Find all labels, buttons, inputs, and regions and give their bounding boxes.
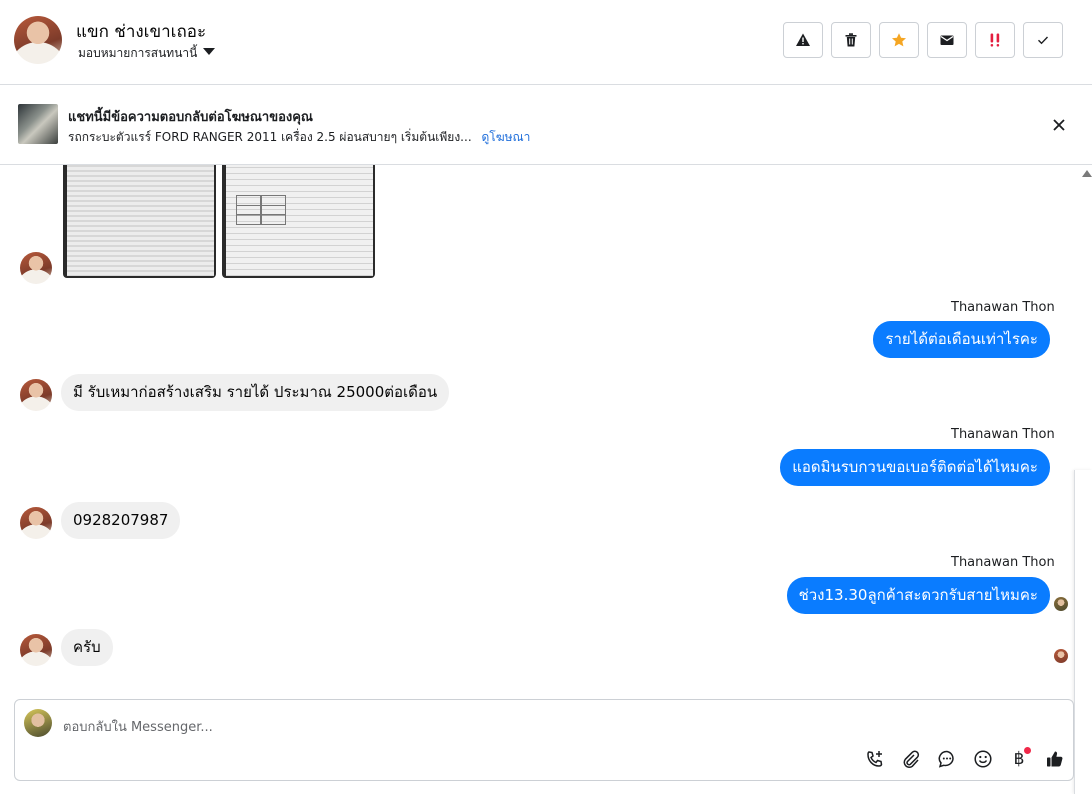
sender-name: Thanawan Thon (951, 300, 1055, 315)
mark-done-button[interactable] (1023, 22, 1063, 58)
contact-avatar-small (20, 507, 52, 539)
warning-icon (796, 33, 810, 46)
page-avatar (24, 709, 52, 737)
contact-name[interactable]: แขก ช่างเขาเถอะ (76, 18, 206, 45)
message-thread[interactable]: Thanawan Thon รายได้ต่อเดือนเท่าไรคะ มี … (0, 165, 1078, 695)
like-button[interactable] (1043, 747, 1067, 771)
document-photo-2[interactable] (222, 165, 375, 278)
double-exclamation-icon (990, 33, 1000, 47)
outgoing-message[interactable]: ช่วง13.30ลูกค้าสะดวกรับสายไหมคะ (786, 577, 1050, 614)
chat-bubble-icon (938, 750, 954, 768)
assign-conversation-dropdown[interactable]: มอบหมายการสนทนานี้ (78, 44, 216, 63)
incoming-message[interactable]: 0928207987 (61, 502, 181, 539)
outgoing-message[interactable]: รายได้ต่อเดือนเท่าไรคะ (873, 321, 1050, 358)
scroll-up-arrow-icon[interactable] (1082, 170, 1092, 177)
close-icon[interactable] (1050, 116, 1068, 134)
paperclip-icon (903, 750, 920, 769)
ad-banner-title: แชทนี้มีข้อความตอบกลับต่อโฆษณาของคุณ (68, 110, 313, 125)
mark-unread-button[interactable] (927, 22, 967, 58)
mark-spam-button[interactable] (783, 22, 823, 58)
caret-down-icon (203, 48, 216, 55)
star-button[interactable] (879, 22, 919, 58)
view-ad-link[interactable]: ดูโฆษณา (481, 130, 530, 144)
mark-important-button[interactable] (975, 22, 1015, 58)
ad-description-text: รถกระบะตัวแรร์ FORD RANGER 2011 เครื่อง … (68, 130, 472, 144)
ad-banner-description: รถกระบะตัวแรร์ FORD RANGER 2011 เครื่อง … (68, 128, 530, 147)
emoji-button[interactable] (971, 747, 995, 771)
read-receipt-avatar (1054, 597, 1068, 611)
image-attachments (63, 165, 375, 278)
document-photo-1[interactable] (63, 165, 216, 278)
smiley-icon (974, 750, 992, 768)
trash-icon (845, 33, 857, 47)
ad-thumbnail[interactable] (18, 104, 58, 144)
delete-button[interactable] (831, 22, 871, 58)
reply-input-placeholder[interactable]: ตอบกลับใน Messenger... (63, 716, 213, 737)
outgoing-message[interactable]: แอดมินรบกวนขอเบอร์ติดต่อได้ไหมคะ (780, 449, 1050, 486)
sender-name: Thanawan Thon (951, 427, 1055, 442)
incoming-message[interactable]: ครับ (61, 629, 113, 666)
attach-button[interactable] (899, 747, 923, 771)
call-button[interactable] (863, 747, 887, 771)
saved-replies-button[interactable] (935, 747, 959, 771)
star-icon (892, 33, 906, 47)
contact-avatar[interactable] (14, 16, 62, 64)
contact-avatar-small (20, 252, 52, 284)
contact-avatar-small (20, 379, 52, 411)
seen-by-avatar (1054, 649, 1068, 663)
conversation-header: แขก ช่างเขาเถอะ มอบหมายการสนทนานี้ (0, 0, 1092, 85)
check-icon (1038, 36, 1049, 45)
incoming-message[interactable]: มี รับเหมาก่อสร้างเสริม รายได้ ประมาณ 25… (61, 374, 450, 411)
reply-composer[interactable]: ตอบกลับใน Messenger... ฿ (14, 699, 1074, 781)
contact-avatar-small (20, 634, 52, 666)
phone-plus-icon (867, 751, 883, 767)
mail-icon (940, 35, 954, 45)
notification-dot (1024, 747, 1031, 754)
assign-label: มอบหมายการสนทนานี้ (78, 46, 198, 60)
header-actions (783, 22, 1063, 58)
thumbs-up-icon (1047, 751, 1063, 767)
baht-icon: ฿ (1013, 749, 1025, 769)
side-panel-edge[interactable] (1074, 470, 1092, 794)
composer-tools: ฿ (863, 747, 1067, 771)
sender-name: Thanawan Thon (951, 555, 1055, 570)
ad-reply-banner: แชทนี้มีข้อความตอบกลับต่อโฆษณาของคุณ รถก… (0, 85, 1092, 165)
payment-button[interactable]: ฿ (1007, 747, 1031, 771)
